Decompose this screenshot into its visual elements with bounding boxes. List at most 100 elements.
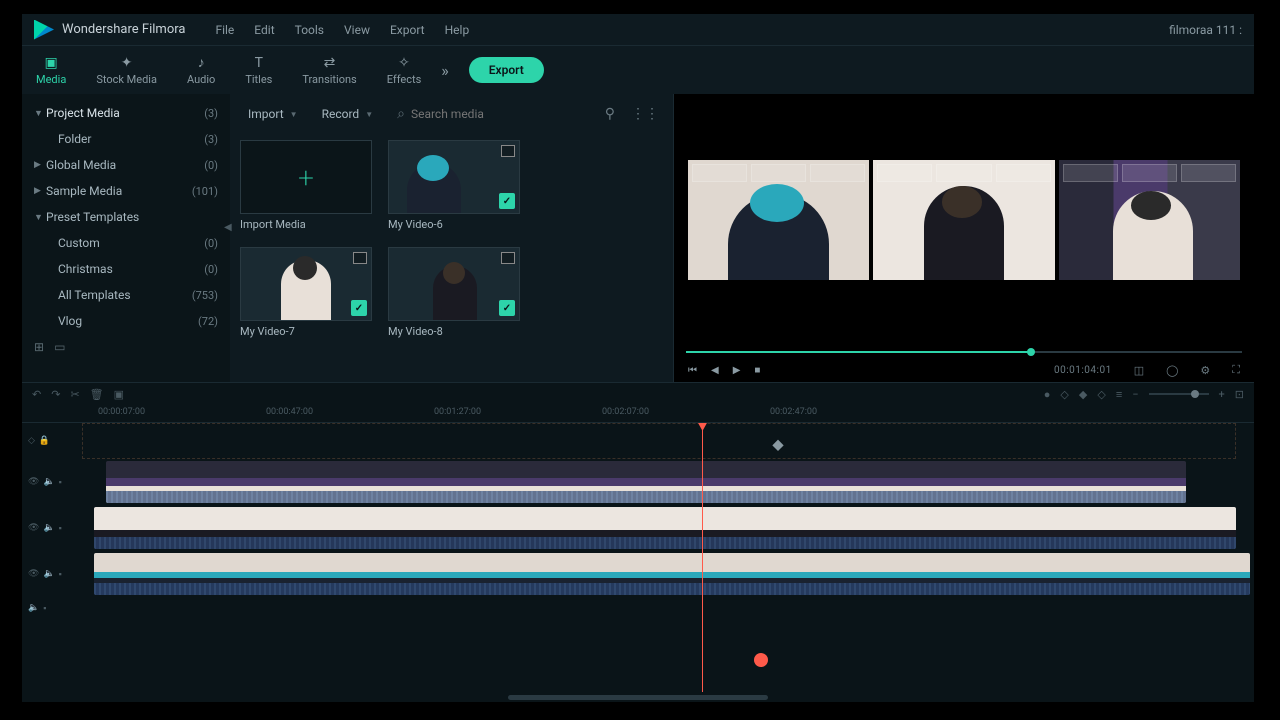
app-title: Wondershare Filmora (62, 22, 185, 37)
menu-bar: File Edit Tools View Export Help (215, 23, 469, 37)
tab-stock-media[interactable]: ✦Stock Media (96, 55, 157, 86)
preview-panel: ⏮ ◀ ▶ ■ 00:01:04:01 ◫ ◯ ⚙ ⛶ (674, 94, 1254, 382)
menu-help[interactable]: Help (445, 23, 470, 37)
more-tabs-icon[interactable]: » (441, 61, 449, 80)
folder-icon[interactable]: ▭ (54, 340, 65, 354)
menu-view[interactable]: View (344, 23, 370, 37)
tab-audio[interactable]: ♪Audio (187, 55, 215, 86)
scrub-bar[interactable] (686, 346, 1242, 358)
mute-icon[interactable]: 🔈 (28, 603, 39, 613)
quality-icon[interactable]: ◫ (1134, 364, 1144, 377)
record-marker-icon[interactable] (754, 653, 768, 667)
track-toggle-icon[interactable]: ◇ (28, 436, 35, 446)
menu-tools[interactable]: Tools (295, 23, 324, 37)
sidebar-item-sample-media[interactable]: ▶Sample Media(101) (22, 178, 230, 204)
timeline-ruler[interactable]: 00:00:07:0000:00:47:0000:01:27:0000:02:0… (22, 405, 1254, 423)
playhead[interactable] (702, 423, 703, 692)
filter-icon[interactable]: ⚲ (601, 106, 619, 122)
search-media[interactable]: ⌕ (389, 102, 593, 126)
audio-icon: ♪ (192, 55, 210, 71)
undo-icon[interactable]: ↶ (32, 388, 41, 401)
record-icon[interactable]: ● (1044, 388, 1051, 401)
chevron-down-icon: ▼ (290, 110, 298, 119)
tab-titles[interactable]: TTitles (245, 55, 272, 86)
settings-icon[interactable]: ⚙ (1200, 364, 1210, 377)
sidebar-item-global-media[interactable]: ▶Global Media(0) (22, 152, 230, 178)
lock-icon[interactable]: ▪ (59, 523, 62, 534)
import-media-tile[interactable]: + Import Media (240, 140, 372, 231)
import-dropdown[interactable]: Import▼ (240, 103, 306, 125)
fullscreen-icon[interactable]: ⛶ (1232, 363, 1240, 377)
eye-icon[interactable]: 👁 (28, 523, 39, 533)
export-button[interactable]: Export (469, 57, 544, 83)
timeline-clip[interactable] (94, 507, 1236, 549)
chevron-down-icon: ▼ (34, 108, 46, 119)
zoom-in-icon[interactable]: + (1219, 388, 1225, 401)
preview-canvas[interactable] (682, 100, 1246, 340)
menu-export[interactable]: Export (390, 23, 425, 37)
clip-type-icon (501, 252, 515, 264)
tab-transitions[interactable]: ⇄Transitions (302, 55, 356, 86)
timeline-clip[interactable] (106, 461, 1186, 503)
lock-icon[interactable]: 🔒 (39, 436, 50, 446)
scrub-handle[interactable] (1027, 348, 1035, 356)
eye-icon[interactable]: 👁 (28, 569, 39, 579)
sidebar-item-custom[interactable]: Custom(0) (22, 230, 230, 256)
mute-icon[interactable]: 🔈 (43, 477, 54, 487)
sidebar-item-project-media[interactable]: ▼Project Media(3) (22, 100, 230, 126)
timeline-tracks: ◇🔒 👁🔈▪ 👁🔈▪ 👁🔈▪ 🔈▪ (22, 423, 1254, 692)
audio-track[interactable]: 🔈▪ (22, 597, 1254, 619)
ruler-tick: 00:02:07:00 (602, 407, 649, 417)
lock-icon[interactable]: ▪ (59, 569, 62, 580)
lock-icon[interactable]: ▪ (43, 603, 46, 614)
redo-icon[interactable]: ↷ (51, 388, 60, 401)
zoom-slider[interactable] (1149, 393, 1209, 395)
grid-view-icon[interactable]: ⋮⋮ (627, 106, 663, 122)
zoom-out-icon[interactable]: − (1132, 388, 1138, 401)
titles-icon: T (250, 55, 268, 71)
ruler-tick: 00:01:27:00 (434, 407, 481, 417)
delete-icon[interactable]: 🗑 (90, 388, 104, 401)
prev-frame-icon[interactable]: ⏮ (688, 365, 697, 376)
sidebar-item-vlog[interactable]: Vlog(72) (22, 308, 230, 334)
marker-prev-icon[interactable]: ◇ (1060, 388, 1068, 401)
sidebar-item-all-templates[interactable]: All Templates(753) (22, 282, 230, 308)
lock-icon[interactable]: ▪ (59, 477, 62, 488)
mixer-icon[interactable]: ≡ (1116, 388, 1122, 401)
ruler-tick: 00:00:07:00 (98, 407, 145, 417)
menu-edit[interactable]: Edit (254, 23, 274, 37)
search-input[interactable] (411, 107, 585, 121)
chevron-down-icon: ▼ (34, 212, 46, 223)
play-icon[interactable]: ▶ (733, 365, 741, 376)
marker-add-icon[interactable]: ◆ (1079, 388, 1087, 401)
stop-icon[interactable]: ◀ (711, 365, 719, 376)
video-track-1[interactable]: 👁 🔈 ▪ (22, 551, 1254, 597)
zoom-fit-icon[interactable]: ⊡ (1235, 388, 1244, 401)
media-clip[interactable]: ✓ My Video-7 (240, 247, 372, 338)
crop-icon[interactable]: ▣ (114, 388, 124, 401)
collapse-sidebar-icon[interactable]: ◀ (224, 222, 232, 233)
mute-icon[interactable]: 🔈 (43, 523, 54, 533)
chevron-right-icon: ▶ (34, 186, 46, 196)
record-dropdown[interactable]: Record▼ (314, 103, 382, 125)
tab-effects[interactable]: ✧Effects (387, 55, 422, 86)
marker-next-icon[interactable]: ◇ (1097, 388, 1105, 401)
timeline-scrollbar[interactable] (22, 692, 1254, 702)
eye-icon[interactable]: 👁 (28, 477, 39, 487)
media-clip[interactable]: ✓ My Video-6 (388, 140, 520, 231)
sidebar-item-preset-templates[interactable]: ▼Preset Templates (22, 204, 230, 230)
media-clip[interactable]: ✓ My Video-8 (388, 247, 520, 338)
new-folder-icon[interactable]: ⊞ (34, 340, 44, 354)
mute-icon[interactable]: 🔈 (43, 569, 54, 579)
timeline-clip[interactable] (94, 553, 1250, 595)
menu-file[interactable]: File (215, 23, 234, 37)
cut-icon[interactable]: ✂ (70, 388, 79, 401)
sidebar-item-christmas[interactable]: Christmas(0) (22, 256, 230, 282)
tab-media[interactable]: ▣Media (36, 55, 66, 86)
chevron-right-icon: ▶ (34, 160, 46, 170)
video-track-3[interactable]: 👁 🔈 ▪ (22, 459, 1254, 505)
sidebar-item-folder[interactable]: Folder(3) (22, 126, 230, 152)
video-track-2[interactable]: 👁 🔈 ▪ (22, 505, 1254, 551)
next-frame-icon[interactable]: ■ (754, 365, 760, 376)
snapshot-icon[interactable]: ◯ (1166, 364, 1178, 377)
